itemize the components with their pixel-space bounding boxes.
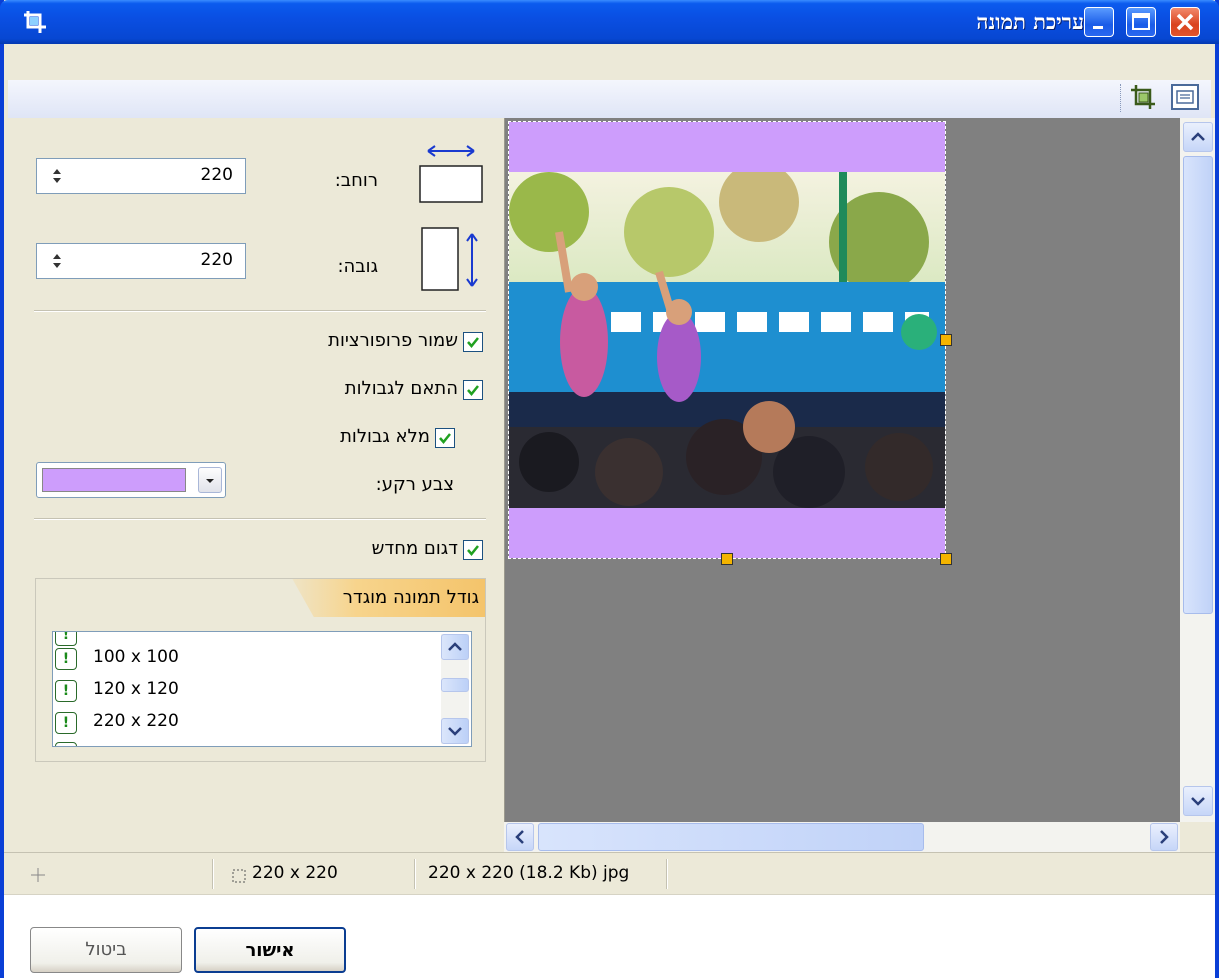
scroll-thumb[interactable]: [441, 678, 469, 692]
preset-sizes-group: גודל תמונה מוגדר ! ! 100 x 100 ! 120 x 1…: [35, 578, 486, 762]
status-bar: 220 x 220 220 x 220 (18.2 Kb) jpg: [4, 852, 1215, 895]
selection-size-text: 220 x 220: [252, 863, 338, 883]
width-icon: [419, 145, 483, 203]
scroll-down-button[interactable]: [441, 718, 469, 744]
checkmark-icon: [467, 545, 479, 556]
width-stepper[interactable]: 220: [36, 158, 246, 194]
dropdown-button[interactable]: [198, 467, 222, 493]
separator: [34, 518, 486, 520]
chevron-down-icon: [206, 479, 214, 483]
preset-icon: !: [55, 632, 77, 646]
window-title: עריכת תמונה: [976, 9, 1084, 34]
fill-borders-label: מלא גבולות: [340, 426, 430, 447]
status-separator: [666, 859, 668, 889]
resample-checkbox[interactable]: [463, 540, 483, 560]
scroll-thumb[interactable]: [538, 823, 924, 851]
height-stepper[interactable]: 220: [36, 243, 246, 279]
checkmark-icon: [439, 433, 451, 444]
chevron-down-icon: [448, 727, 462, 736]
scroll-left-button[interactable]: [506, 823, 534, 851]
crop-icon: [24, 11, 46, 33]
preset-sizes-title: גודל תמונה מוגדר: [342, 587, 479, 608]
chevron-left-icon: [515, 830, 524, 844]
maximize-button[interactable]: [1126, 7, 1156, 37]
keep-proportions-checkbox[interactable]: [463, 332, 483, 352]
dialog-buttons: ביטול אישור: [4, 894, 1215, 979]
preset-icon: !: [55, 742, 77, 746]
preset-sizes-list[interactable]: ! ! 100 x 100 ! 120 x 120 ! 220 x 220 !: [52, 631, 472, 747]
spin-arrows-icon: [53, 254, 61, 268]
canvas-vertical-scrollbar[interactable]: [1180, 118, 1215, 822]
chevron-up-icon: [448, 642, 462, 651]
fit-borders-checkbox[interactable]: [463, 380, 483, 400]
scroll-up-button[interactable]: [441, 634, 469, 660]
spin-arrows-icon: [53, 169, 61, 183]
preset-icon: !: [55, 680, 77, 702]
fit-to-window-button[interactable]: [1170, 82, 1200, 112]
crop-tool-icon: [1131, 85, 1155, 109]
status-separator: [414, 859, 416, 889]
height-icon: [421, 227, 478, 291]
toolbar: [4, 44, 1215, 119]
scroll-down-button[interactable]: [1183, 786, 1213, 816]
minimize-icon: [1093, 26, 1103, 29]
crop-tool-button[interactable]: [1128, 82, 1158, 112]
width-value: 220: [200, 165, 233, 185]
options-panel: 220 רוחב: 220 גובה: שמור פרופורציות התאם: [4, 118, 504, 852]
image-info-text: 220 x 220 (18.2 Kb) jpg: [428, 863, 630, 883]
status-separator: [212, 859, 214, 889]
selection-size-icon: [232, 869, 246, 883]
resize-handle-corner[interactable]: [940, 553, 952, 565]
list-scrollbar[interactable]: [441, 634, 469, 744]
scroll-up-button[interactable]: [1183, 122, 1213, 152]
preset-sizes-header: גודל תמונה מוגדר: [292, 579, 485, 617]
image-preview-canvas[interactable]: [504, 118, 1181, 822]
resample-label: דגום מחדש: [371, 538, 458, 559]
checkmark-icon: [467, 337, 479, 348]
color-swatch: [42, 468, 186, 492]
preset-size-text: 100 x 100: [93, 647, 179, 667]
canvas-horizontal-scrollbar[interactable]: [504, 822, 1180, 852]
resize-handle-bottom[interactable]: [721, 553, 733, 565]
fit-borders-label: התאם לגבולות: [344, 378, 458, 399]
resize-handle-right[interactable]: [940, 334, 952, 346]
background-color-dropdown[interactable]: [36, 462, 226, 498]
image-frame[interactable]: [508, 121, 946, 559]
scroll-thumb[interactable]: [1183, 156, 1213, 614]
cancel-button[interactable]: ביטול: [30, 927, 182, 973]
chevron-right-icon: [1160, 830, 1169, 844]
background-color-label: צבע רקע:: [375, 474, 454, 495]
fill-borders-checkbox[interactable]: [435, 428, 455, 448]
preset-icon: !: [55, 648, 77, 670]
separator: [34, 310, 486, 312]
preset-size-text: 120 x 120: [93, 679, 179, 699]
cursor-position-icon: [31, 868, 45, 882]
checkmark-icon: [467, 385, 479, 396]
width-label: רוחב:: [334, 170, 378, 191]
keep-proportions-label: שמור פרופורציות: [328, 330, 458, 351]
chevron-up-icon: [1191, 132, 1205, 141]
title-bar[interactable]: עריכת תמונה: [0, 0, 1219, 44]
maximize-icon: [1132, 13, 1150, 30]
fit-to-window-icon: [1171, 84, 1199, 110]
close-button[interactable]: [1170, 7, 1200, 37]
concert-photo: [509, 172, 945, 508]
tool-strip: [8, 80, 1211, 119]
close-icon: [1176, 13, 1194, 31]
toolbar-separator: [1120, 84, 1121, 112]
preset-icon: !: [55, 712, 77, 734]
minimize-button[interactable]: [1084, 7, 1114, 37]
preset-size-text: 220 x 220: [93, 711, 179, 731]
chevron-down-icon: [1191, 797, 1205, 806]
image-edit-dialog: עריכת תמונה 220 רוחב: 220 גובה: שמור פרו…: [0, 0, 1219, 979]
scrollbar-corner: [1180, 822, 1215, 852]
photo-image: [509, 172, 945, 508]
height-label: גובה:: [337, 256, 378, 277]
height-value: 220: [200, 250, 233, 270]
ok-button[interactable]: אישור: [194, 927, 346, 973]
scroll-right-button[interactable]: [1150, 823, 1178, 851]
